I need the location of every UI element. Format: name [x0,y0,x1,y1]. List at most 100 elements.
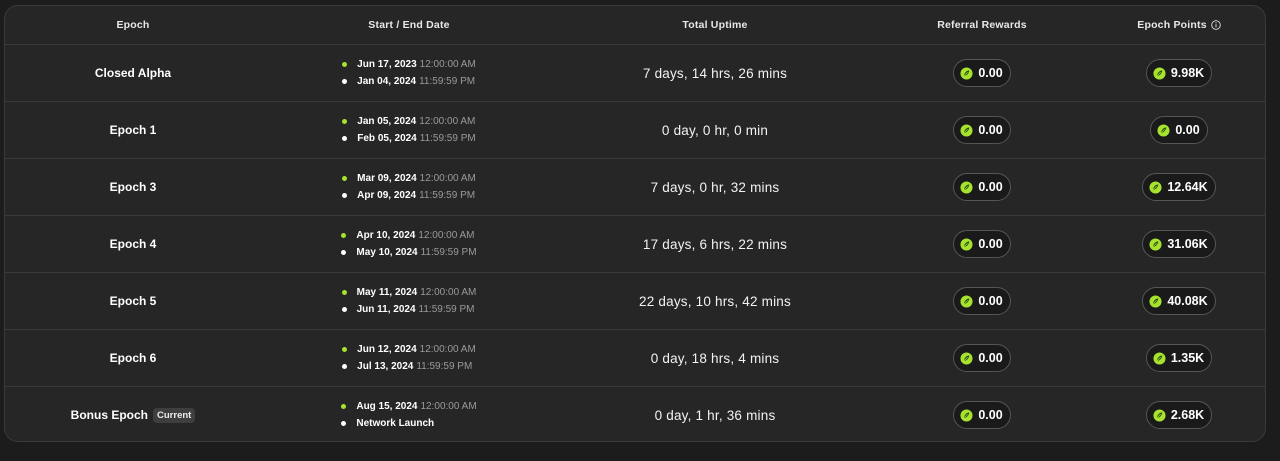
green-coin-icon [960,237,973,251]
referral-value: 0.00 [978,66,1003,80]
start-date-line: May 11, 2024 12:00:00 AM [341,287,476,298]
dates-cell: Jun 17, 2023 12:00:00 AM Jan 04, 2024 11… [261,45,557,101]
uptime-value: 22 days, 10 hrs, 42 mins [639,293,791,309]
date-range: Aug 15, 2024 12:00:00 AM Network Launch [341,401,477,429]
green-dot-icon [342,62,348,67]
header-epoch: Epoch [116,19,150,31]
end-time: 11:59:59 PM [416,361,473,372]
end-date: Network Launch [356,418,435,429]
points-cell: 12.64K [1091,159,1265,215]
date-range: May 11, 2024 12:00:00 AM Jun 11, 2024 11… [341,287,476,315]
uptime-value: 0 day, 0 hr, 0 min [661,122,769,138]
end-time: 11:59:59 PM [420,247,477,258]
epochs-table: Epoch Start / End Date Total Uptime Refe… [4,5,1266,442]
white-dot-icon [342,136,348,141]
white-dot-icon [342,79,348,84]
epoch-name: Epoch 6 [109,351,157,365]
points-value: 2.68K [1170,408,1205,422]
end-date-line: Jan 04, 2024 11:59:59 PM [342,76,476,87]
start-date-line: Jun 12, 2024 12:00:00 AM [342,344,476,355]
green-dot-icon [342,347,348,352]
epoch-cell: Closed Alpha [5,45,261,101]
date-range: Jun 17, 2023 12:00:00 AM Jan 04, 2024 11… [342,59,476,87]
table-row: Bonus Epoch Current Aug 15, 2024 12:00:0… [5,386,1265,441]
start-date: Jan 05, 2024 [357,116,417,127]
start-date-line: Aug 15, 2024 12:00:00 AM [341,401,477,412]
date-range: Jan 05, 2024 12:00:00 AM Feb 05, 2024 11… [342,116,476,144]
start-date-line: Jan 05, 2024 12:00:00 AM [342,116,475,127]
points-cell: 2.68K [1091,387,1265,441]
referral-value: 0.00 [978,351,1003,365]
white-dot-icon [341,421,347,426]
referral-cell: 0.00 [873,45,1091,101]
start-time: 12:00:00 AM [419,116,476,127]
white-dot-icon [342,364,348,369]
points-pill: 31.06K [1142,230,1216,258]
referral-cell: 0.00 [873,102,1091,158]
epoch-cell: Bonus Epoch Current [5,387,261,441]
end-time: 11:59:59 PM [418,304,475,315]
table-row: Epoch 4 Apr 10, 2024 12:00:00 AM May 10,… [5,215,1265,272]
end-date-line: May 10, 2024 11:59:59 PM [341,247,477,258]
green-coin-icon [1153,408,1166,422]
epoch-name: Epoch 5 [109,294,157,308]
start-date-line: Apr 10, 2024 12:00:00 AM [341,230,476,241]
referral-pill: 0.00 [953,59,1011,87]
uptime-value: 0 day, 18 hrs, 4 mins [650,350,780,366]
points-pill: 12.64K [1142,173,1216,201]
points-value: 31.06K [1167,237,1208,251]
green-coin-icon [1157,123,1170,137]
epoch-cell: Epoch 5 [5,273,261,329]
points-value: 1.35K [1170,351,1205,365]
points-value: 12.64K [1167,180,1208,194]
end-time: 11:59:59 PM [419,133,476,144]
end-date-line: Jul 13, 2024 11:59:59 PM [342,361,476,372]
start-date: Apr 10, 2024 [356,230,416,241]
referral-cell: 0.00 [873,273,1091,329]
green-coin-icon [960,294,973,308]
green-coin-icon [1149,237,1162,251]
epoch-name: Epoch 3 [109,180,157,194]
end-date-line: Network Launch [341,418,476,429]
start-time: 12:00:00 AM [419,59,476,70]
epoch-cell: Epoch 1 [5,102,261,158]
points-cell: 31.06K [1091,216,1265,272]
info-icon[interactable] [1210,20,1221,30]
start-time: 12:00:00 AM [419,173,476,184]
referral-value: 0.00 [978,180,1003,194]
referral-pill: 0.00 [953,230,1011,258]
header-uptime: Total Uptime [682,19,748,31]
green-coin-icon [1153,66,1166,80]
epoch-name: Epoch 4 [109,237,157,251]
dates-cell: Mar 09, 2024 12:00:00 AM Apr 09, 2024 11… [261,159,557,215]
end-date-line: Feb 05, 2024 11:59:59 PM [342,133,476,144]
green-coin-icon [960,351,973,365]
table-body: Closed Alpha Jun 17, 2023 12:00:00 AM Ja… [5,44,1265,441]
start-date: Mar 09, 2024 [357,173,417,184]
referral-cell: 0.00 [873,387,1091,441]
dates-cell: May 11, 2024 12:00:00 AM Jun 11, 2024 11… [261,273,557,329]
date-range: Mar 09, 2024 12:00:00 AM Apr 09, 2024 11… [342,173,476,201]
referral-pill: 0.00 [953,116,1011,144]
header-dates: Start / End Date [368,19,450,31]
epoch-cell: Epoch 4 [5,216,261,272]
referral-pill: 0.00 [953,287,1011,315]
dates-cell: Jan 05, 2024 12:00:00 AM Feb 05, 2024 11… [261,102,557,158]
white-dot-icon [342,193,348,198]
referral-pill: 0.00 [953,401,1011,429]
dates-cell: Apr 10, 2024 12:00:00 AM May 10, 2024 11… [261,216,557,272]
white-dot-icon [341,250,347,255]
epoch-cell: Epoch 3 [5,159,261,215]
green-coin-icon [1153,351,1166,365]
epoch-cell: Epoch 6 [5,330,261,386]
date-range: Jun 12, 2024 12:00:00 AM Jul 13, 2024 11… [342,344,476,372]
referral-cell: 0.00 [873,216,1091,272]
points-pill: 1.35K [1145,344,1213,372]
green-coin-icon [1149,180,1162,194]
green-dot-icon [342,119,348,124]
end-time: 11:59:59 PM [419,190,476,201]
table-row: Closed Alpha Jun 17, 2023 12:00:00 AM Ja… [5,44,1265,101]
referral-cell: 0.00 [873,330,1091,386]
points-value: 40.08K [1167,294,1208,308]
green-coin-icon [960,123,973,137]
